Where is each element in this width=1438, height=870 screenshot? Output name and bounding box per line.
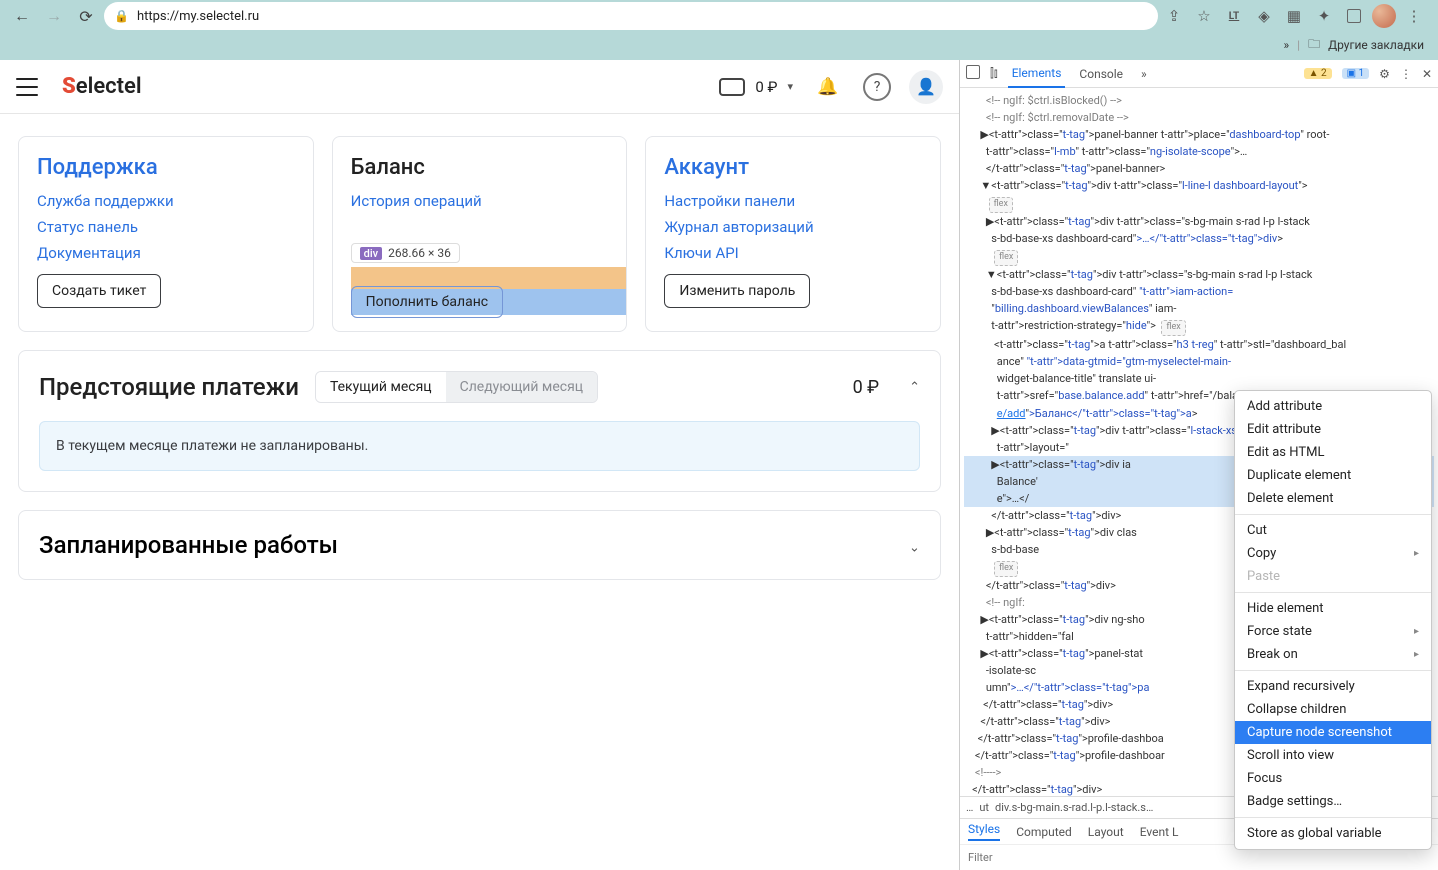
ctx-hide[interactable]: Hide element	[1235, 597, 1431, 620]
ext-lt-icon[interactable]: LT	[1222, 4, 1246, 28]
folder-icon: 🗀	[1308, 35, 1320, 56]
errors-badge[interactable]: ▣ 1	[1342, 68, 1370, 79]
url-text: https://my.selectel.ru	[137, 9, 259, 24]
device-icon[interactable]: ⫿⫾	[990, 66, 998, 81]
lock-icon: 🔒	[114, 9, 129, 23]
ctx-force-state[interactable]: Force state▸	[1235, 620, 1431, 643]
ctx-collapse[interactable]: Collapse children	[1235, 698, 1431, 721]
month-segmented: Текущий месяц Следующий месяц	[315, 371, 598, 403]
link-support-service[interactable]: Служба поддержки	[37, 192, 295, 210]
card-support-title[interactable]: Поддержка	[37, 155, 295, 180]
selectel-logo[interactable]: Selectel	[62, 74, 142, 99]
card-balance-title[interactable]: Баланс	[351, 155, 609, 180]
card-account: Аккаунт Настройки панели Журнал авториза…	[645, 136, 941, 332]
create-ticket-button[interactable]: Создать тикет	[37, 274, 161, 308]
scheduled-works-panel: Запланированные работы ⌃	[18, 510, 941, 580]
styles-filter-input[interactable]	[968, 851, 1430, 864]
card-icon	[719, 78, 745, 96]
extensions-icon[interactable]: ✦	[1312, 4, 1336, 28]
upcoming-payments-panel: Предстоящие платежи Текущий месяц Следую…	[18, 350, 941, 492]
tab-console[interactable]: Console	[1075, 61, 1127, 87]
balance-chip[interactable]: 0 ₽ ▾	[719, 78, 793, 96]
link-panel-settings[interactable]: Настройки панели	[664, 192, 922, 210]
profile-avatar[interactable]	[1372, 4, 1396, 28]
side-panel-icon[interactable]	[1342, 4, 1366, 28]
chevron-down-icon[interactable]: ⌃	[909, 538, 920, 553]
link-api-keys[interactable]: Ключи API	[664, 244, 922, 262]
payments-empty-info: В текущем месяце платежи не запланирован…	[39, 421, 920, 471]
context-menu: Add attribute Edit attribute Edit as HTM…	[1234, 390, 1432, 850]
ext-tag-icon[interactable]: ◈	[1252, 4, 1276, 28]
inspector-highlight: div 268.66 × 36 Пополнить баланс	[351, 267, 627, 315]
tab-elements[interactable]: Elements	[1008, 60, 1066, 88]
link-documentation[interactable]: Документация	[37, 244, 295, 262]
menu-button[interactable]	[16, 78, 38, 96]
close-icon[interactable]: ✕	[1422, 67, 1432, 81]
ctx-break-on[interactable]: Break on▸	[1235, 643, 1431, 666]
reload-button[interactable]: ⟳	[72, 2, 100, 30]
devtools-panel: ⫿⫾ Elements Console » ▲ 2 ▣ 1 ⚙ ⋮ ✕ <!--…	[960, 60, 1438, 870]
ctx-add-attribute[interactable]: Add attribute	[1235, 395, 1431, 418]
bookmarks-overflow[interactable]: »	[1284, 38, 1290, 52]
chevron-down-icon: ▾	[787, 80, 793, 93]
chevron-up-icon[interactable]: ⌃	[909, 380, 920, 395]
ext-grid-icon[interactable]: ▦	[1282, 4, 1306, 28]
other-bookmarks[interactable]: Другие закладки	[1328, 38, 1424, 52]
warnings-badge[interactable]: ▲ 2	[1304, 68, 1332, 79]
ctx-copy[interactable]: Copy▸	[1235, 542, 1431, 565]
tab-event-listeners[interactable]: Event L	[1140, 825, 1179, 839]
payments-amount: 0 ₽	[853, 377, 880, 398]
ctx-scroll-into-view[interactable]: Scroll into view	[1235, 744, 1431, 767]
app-header: Selectel 0 ₽ ▾ 🔔 ? 👤	[0, 60, 959, 114]
ctx-store[interactable]: Store as global variable	[1235, 822, 1431, 845]
inspect-icon[interactable]	[966, 65, 980, 82]
ctx-expand[interactable]: Expand recursively	[1235, 675, 1431, 698]
link-auth-log[interactable]: Журнал авторизаций	[664, 218, 922, 236]
card-balance: Баланс История операций Отчётные докумен…	[332, 136, 628, 332]
ctx-focus[interactable]: Focus	[1235, 767, 1431, 790]
ctx-badge[interactable]: Badge settings…	[1235, 790, 1431, 813]
address-bar[interactable]: 🔒 https://my.selectel.ru	[104, 2, 1158, 30]
devtools-menu-icon[interactable]: ⋮	[1400, 67, 1412, 81]
tab-next-month[interactable]: Следующий месяц	[446, 372, 597, 402]
chrome-menu-icon[interactable]: ⋮	[1402, 4, 1426, 28]
help-icon[interactable]: ?	[863, 73, 891, 101]
tab-current-month[interactable]: Текущий месяц	[316, 372, 446, 402]
ctx-paste: Paste	[1235, 565, 1431, 588]
scheduled-title: Запланированные работы	[39, 531, 338, 559]
forward-button[interactable]: →	[40, 2, 68, 30]
ctx-cut[interactable]: Cut	[1235, 519, 1431, 542]
ctx-edit-html[interactable]: Edit as HTML	[1235, 441, 1431, 464]
card-support: Поддержка Служба поддержки Статус панель…	[18, 136, 314, 332]
tab-computed[interactable]: Computed	[1016, 825, 1072, 839]
ctx-duplicate[interactable]: Duplicate element	[1235, 464, 1431, 487]
user-button[interactable]: 👤	[909, 70, 943, 104]
link-status-panel[interactable]: Статус панель	[37, 218, 295, 236]
back-button[interactable]: ←	[8, 2, 36, 30]
card-account-title[interactable]: Аккаунт	[664, 155, 922, 180]
tab-styles[interactable]: Styles	[968, 822, 1000, 841]
topup-balance-button[interactable]: Пополнить баланс	[351, 286, 503, 318]
ctx-capture-screenshot[interactable]: Capture node screenshot	[1235, 721, 1431, 744]
dimension-tooltip: div 268.66 × 36	[351, 243, 460, 263]
divider: |	[1297, 38, 1300, 52]
link-history[interactable]: История операций	[351, 192, 609, 210]
change-password-button[interactable]: Изменить пароль	[664, 274, 810, 308]
share-icon[interactable]: ⇪	[1162, 4, 1186, 28]
tab-more[interactable]: »	[1137, 61, 1151, 87]
balance-value: 0 ₽	[755, 78, 777, 96]
ctx-edit-attribute[interactable]: Edit attribute	[1235, 418, 1431, 441]
gear-icon[interactable]: ⚙	[1379, 67, 1390, 81]
devtools-tabs: ⫿⫾ Elements Console » ▲ 2 ▣ 1 ⚙ ⋮ ✕	[960, 60, 1438, 88]
bell-icon[interactable]: 🔔	[811, 70, 845, 104]
tab-layout[interactable]: Layout	[1088, 825, 1124, 839]
ctx-delete[interactable]: Delete element	[1235, 487, 1431, 510]
payments-title: Предстоящие платежи	[39, 373, 299, 401]
star-icon[interactable]: ☆	[1192, 4, 1216, 28]
